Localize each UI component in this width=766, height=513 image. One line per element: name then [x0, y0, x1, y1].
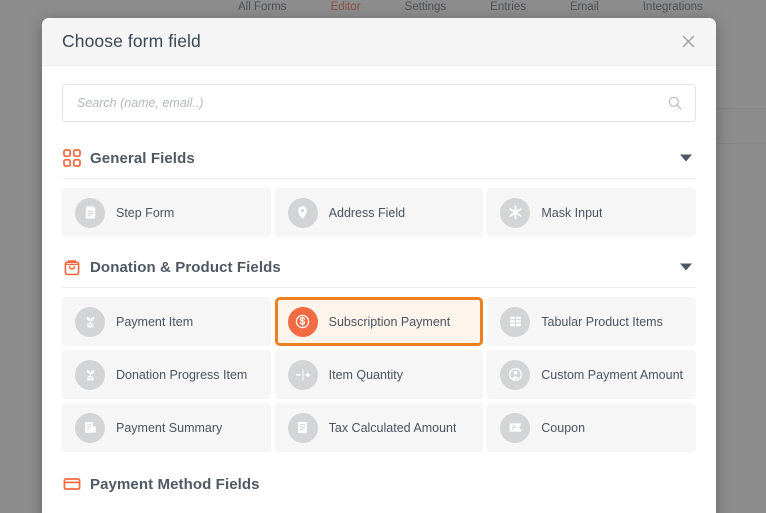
modal-header: Choose form field: [42, 18, 716, 66]
search-icon[interactable]: [668, 96, 682, 110]
field-label: Mask Input: [541, 205, 603, 220]
field-label: Custom Payment Amount: [541, 367, 683, 382]
shopping-bag-icon: [62, 258, 81, 277]
field-card-custom-payment-amount[interactable]: Custom Payment Amount: [487, 350, 696, 399]
credit-card-glyph: [63, 478, 80, 490]
field-card-item-quantity[interactable]: Item Quantity: [274, 350, 484, 399]
grid-squares-glyph: [62, 149, 81, 167]
field-card-payment-item[interactable]: Payment Item: [62, 297, 271, 346]
step-form-icon: [75, 197, 105, 228]
field-label: Item Quantity: [328, 367, 403, 382]
plant-icon: [75, 359, 105, 390]
recurring-dollar-glyph: [295, 314, 310, 329]
table-grid-icon: [500, 306, 531, 337]
chevron-down-icon[interactable]: [680, 263, 692, 271]
modal-title: Choose form field: [62, 31, 201, 51]
plant-glyph: [86, 317, 94, 328]
credit-card-icon: [62, 475, 81, 494]
field-label: Payment Item: [116, 314, 194, 329]
field-label: Tabular Product Items: [541, 314, 663, 329]
search-input[interactable]: [77, 96, 657, 110]
close-x-glyph: [682, 35, 694, 48]
section-divider: [62, 287, 696, 288]
field-label: Address Field: [328, 205, 406, 220]
step-form-glyph: [85, 205, 95, 219]
plant-glyph: [86, 370, 94, 381]
section-divider: [62, 178, 696, 179]
field-card-step-form[interactable]: Step Form: [62, 188, 271, 237]
search-box[interactable]: [62, 84, 696, 122]
section-title-payment-method-fields: Payment Method Fields: [90, 475, 260, 493]
field-card-payment-summary[interactable]: Payment Summary: [62, 403, 271, 452]
field-card-mask-input[interactable]: Mask Input: [487, 188, 696, 237]
chevron-down-icon[interactable]: [680, 154, 692, 162]
ticket-glyph: [509, 423, 522, 432]
field-label: Subscription Payment: [328, 314, 451, 329]
modal-body: General Fields Step Form: [42, 66, 716, 513]
field-card-coupon[interactable]: Coupon: [487, 403, 696, 452]
field-grid-general: Step Form Address Field Mask Input: [62, 188, 696, 247]
ticket-icon: [500, 412, 531, 443]
field-grid-donation-product: Payment Item Subscription Payment Tabula…: [62, 297, 696, 462]
plant-icon: [75, 306, 105, 337]
document-lines-icon: [287, 412, 318, 443]
field-card-subscription-payment[interactable]: Subscription Payment: [274, 297, 484, 346]
section-title-donation-product-fields: Donation & Product Fields: [90, 258, 281, 276]
close-icon[interactable]: [676, 30, 700, 54]
user-circle-icon: [500, 359, 531, 390]
field-label: Coupon: [541, 420, 586, 435]
section-payment-method-fields: Payment Method Fields: [62, 464, 696, 504]
section-header-general-fields[interactable]: General Fields: [62, 138, 696, 178]
field-card-donation-progress-item[interactable]: Donation Progress Item: [62, 350, 271, 399]
minus-plus-glyph: [295, 368, 311, 381]
receipt-glyph: [84, 422, 96, 433]
field-card-tabular-product-items[interactable]: Tabular Product Items: [487, 297, 696, 346]
field-label: Payment Summary: [116, 420, 223, 435]
section-header-donation-product-fields[interactable]: Donation & Product Fields: [62, 247, 696, 287]
map-pin-glyph: [298, 206, 308, 219]
grid-squares-icon: [62, 149, 81, 168]
section-title-general-fields: General Fields: [90, 149, 195, 167]
section-donation-product-fields: Donation & Product Fields Payment Item S…: [62, 247, 696, 462]
field-label: Tax Calculated Amount: [328, 420, 457, 435]
map-pin-icon: [287, 197, 318, 228]
field-card-tax-calculated-amount[interactable]: Tax Calculated Amount: [274, 403, 484, 452]
asterisk-glyph: [509, 205, 522, 220]
table-grid-glyph: [509, 316, 521, 327]
field-label: Step Form: [116, 205, 175, 220]
receipt-icon: [75, 412, 105, 443]
search-glyph: [668, 96, 682, 110]
asterisk-icon: [500, 197, 531, 228]
section-general-fields: General Fields Step Form Address Field M…: [62, 138, 696, 247]
user-circle-glyph: [508, 367, 522, 382]
shopping-bag-glyph: [64, 260, 79, 276]
recurring-dollar-icon: [287, 306, 318, 337]
field-card-address-field[interactable]: Address Field: [274, 188, 484, 237]
section-header-payment-method-fields[interactable]: Payment Method Fields: [62, 464, 696, 504]
choose-form-field-modal: Choose form field Search (name, email..)…: [42, 18, 716, 513]
document-lines-glyph: [298, 421, 308, 434]
field-label: Donation Progress Item: [116, 367, 248, 382]
minus-plus-icon: [287, 359, 318, 390]
